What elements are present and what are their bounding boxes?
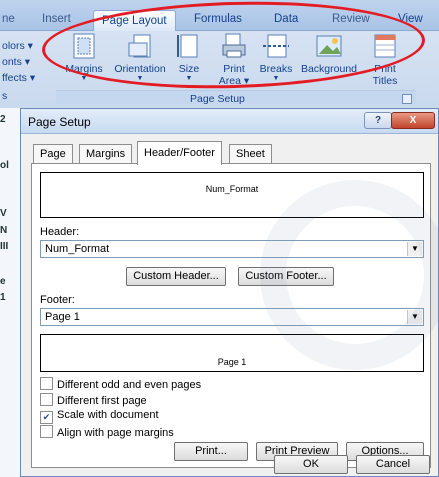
cancel-button[interactable]: Cancel (356, 455, 430, 474)
header-label: Header: (40, 226, 80, 238)
header-preview-text: Num_Format (205, 184, 259, 194)
custom-footer-button[interactable]: Custom Footer... (238, 267, 334, 286)
chevron-down-icon[interactable]: ▼ (407, 242, 422, 256)
first-page-label: Different first page (57, 395, 147, 407)
checkbox-box[interactable] (40, 377, 53, 390)
footer-preview: Page 1 (40, 334, 424, 372)
checkmark-icon[interactable]: ✔ (40, 411, 53, 424)
header-footer-panel: Num_Format Header: Num_Format ▼ Custom H… (31, 163, 431, 468)
strip-cell: 1 (0, 292, 6, 303)
fonts-button[interactable]: onts ▾ (2, 56, 30, 68)
ok-button[interactable]: OK (274, 455, 348, 474)
align-margins-label: Align with page margins (57, 427, 174, 439)
dialog-titlebar[interactable]: Page Setup ? X (21, 109, 438, 134)
footer-label: Footer: (40, 294, 75, 306)
themes-group-label: s (2, 90, 8, 102)
dialog-launcher-icon[interactable] (402, 94, 412, 104)
effects-button[interactable]: ffects ▾ (2, 72, 35, 84)
footer-select-value: Page 1 (45, 311, 80, 323)
dialog-title: Page Setup (28, 115, 91, 129)
odd-even-checkbox[interactable]: Different odd and even pages (40, 377, 201, 391)
sheet-strip: 2 ol V N III e 1 (0, 108, 21, 477)
tab-insert[interactable]: Insert (42, 13, 71, 25)
tab-home-partial[interactable]: ne (2, 13, 15, 25)
checkbox-box[interactable] (40, 425, 53, 438)
tab-sheet[interactable]: Sheet (229, 144, 272, 164)
odd-even-label: Different odd and even pages (57, 379, 202, 391)
help-button[interactable]: ? (364, 112, 392, 129)
strip-cell: 2 (0, 114, 6, 125)
strip-cell: III (0, 241, 9, 252)
themes-group: olors ▾ onts ▾ ffects ▾ s (0, 32, 50, 104)
print-button[interactable]: Print... (174, 442, 248, 461)
strip-cell: e (0, 276, 6, 287)
strip-cell: N (0, 225, 8, 236)
tab-margins[interactable]: Margins (79, 144, 133, 164)
scale-with-document-checkbox[interactable]: ✔ Scale with document (40, 409, 159, 424)
align-margins-checkbox[interactable]: Align with page margins (40, 425, 174, 439)
ribbon: ne Insert Page Layout Formulas Data Revi… (0, 0, 439, 108)
first-page-checkbox[interactable]: Different first page (40, 393, 147, 407)
tab-header-footer[interactable]: Header/Footer (137, 141, 222, 165)
footer-select[interactable]: Page 1 ▼ (40, 308, 424, 326)
header-preview: Num_Format (40, 172, 424, 218)
colors-button[interactable]: olors ▾ (2, 40, 33, 52)
page-setup-dialog: Page Setup ? X Page Margins Header/Foote… (20, 108, 439, 477)
header-select-value: Num_Format (45, 243, 110, 255)
print-titles-label-2: Titles (372, 75, 398, 87)
chevron-down-icon[interactable]: ▼ (407, 310, 422, 324)
header-select[interactable]: Num_Format ▼ (40, 240, 424, 258)
strip-cell: V (0, 208, 7, 219)
close-button[interactable]: X (391, 112, 435, 129)
tab-page[interactable]: Page (33, 144, 73, 164)
strip-cell: ol (0, 160, 9, 171)
checkbox-box[interactable] (40, 393, 53, 406)
custom-header-button[interactable]: Custom Header... (126, 267, 226, 286)
scale-with-document-label: Scale with document (57, 409, 159, 421)
footer-preview-text: Page 1 (217, 357, 247, 367)
page-setup-group-label: Page Setup (190, 93, 245, 105)
